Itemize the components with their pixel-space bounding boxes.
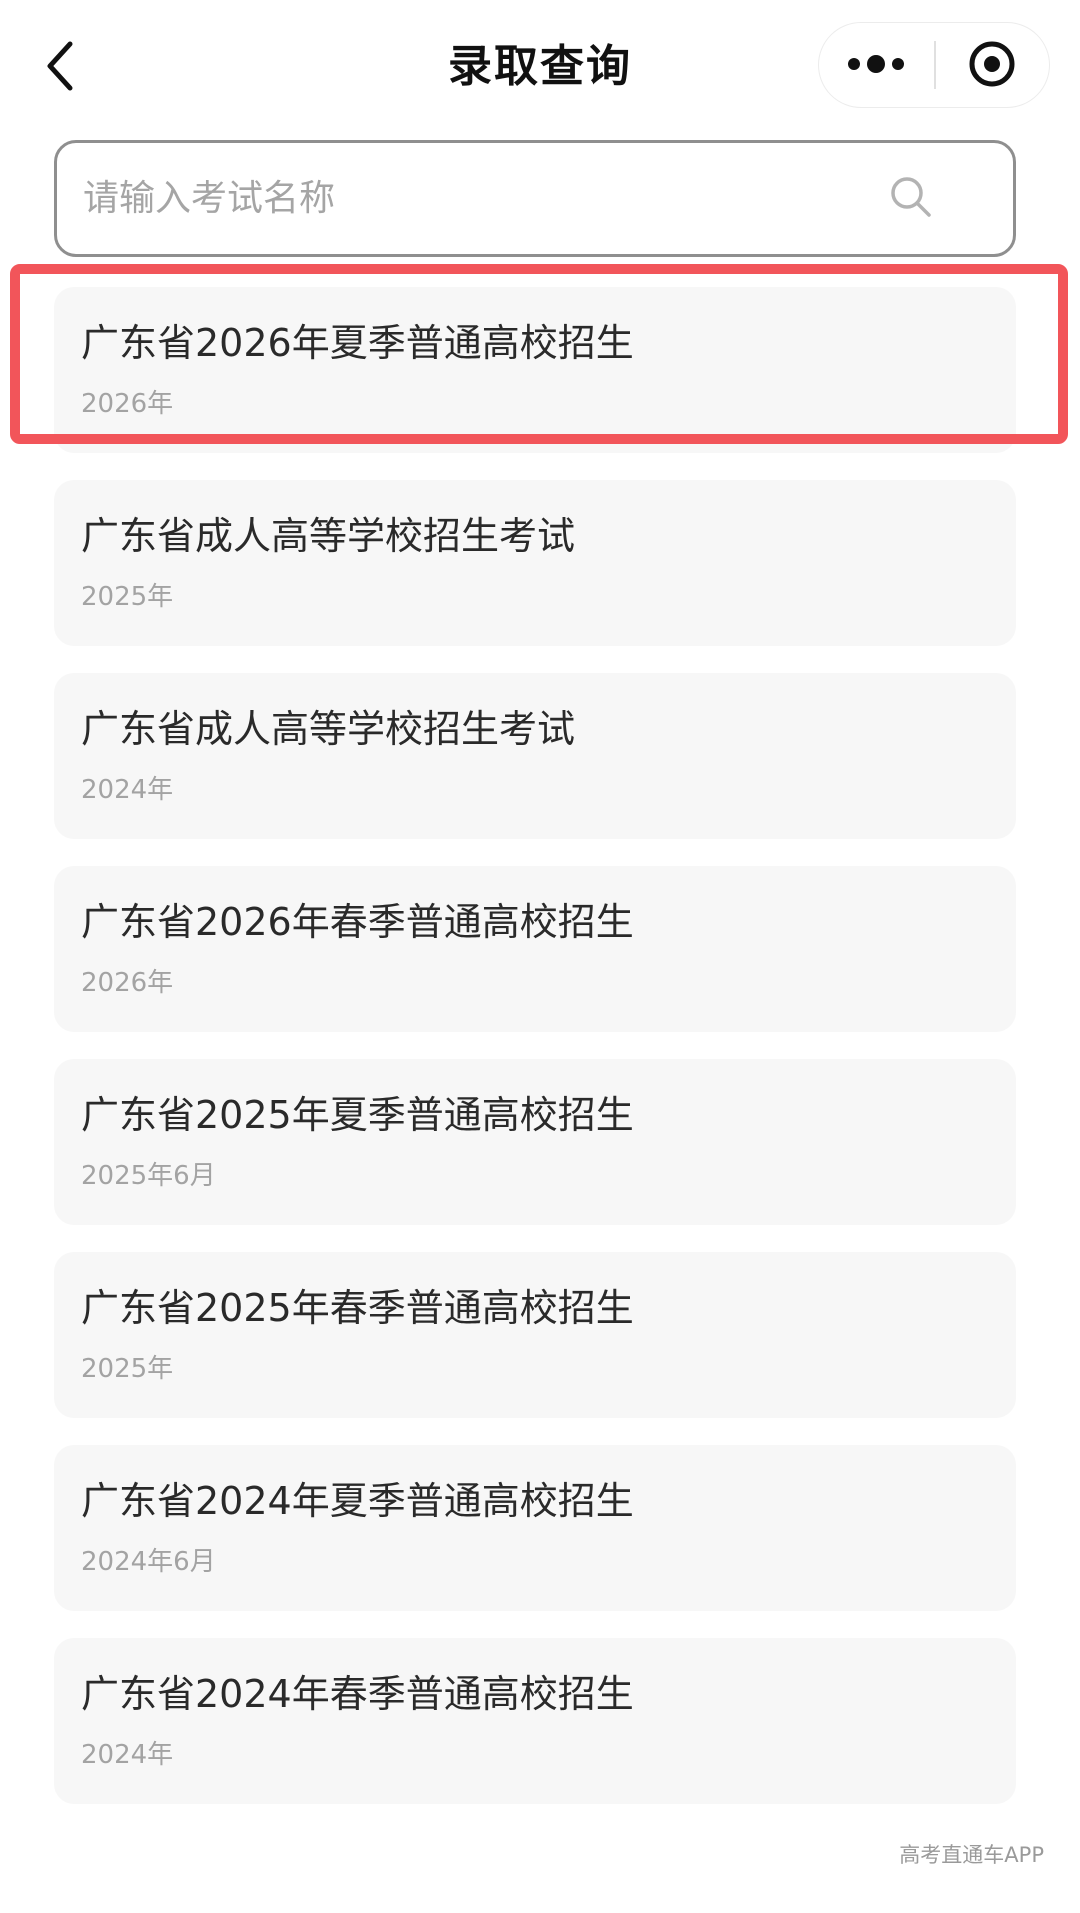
target-close-icon [969, 41, 1015, 87]
exam-list-item[interactable]: 广东省2026年夏季普通高校招生 2026年 [54, 287, 1016, 453]
exam-title: 广东省2024年夏季普通高校招生 [81, 1479, 634, 1523]
watermark-text: 高考直通车APP [899, 1843, 1044, 1867]
exam-list-item[interactable]: 广东省成人高等学校招生考试 2024年 [54, 673, 1016, 839]
exam-list-item[interactable]: 广东省2025年夏季普通高校招生 2025年6月 [54, 1059, 1016, 1225]
search-icon[interactable] [887, 173, 935, 221]
exam-date: 2025年6月 [81, 1161, 216, 1191]
exam-date: 2025年 [81, 1354, 174, 1384]
exam-date: 2024年 [81, 1740, 174, 1770]
exam-date: 2024年6月 [81, 1547, 216, 1577]
navigation-bar: 录取查询 [0, 0, 1080, 130]
exam-list-item[interactable]: 广东省2025年春季普通高校招生 2025年 [54, 1252, 1016, 1418]
more-dots-icon [848, 55, 904, 73]
mini-program-capsule [818, 22, 1050, 108]
close-button[interactable] [936, 23, 1049, 106]
exam-date: 2026年 [81, 389, 174, 419]
exam-list-item[interactable]: 广东省2026年春季普通高校招生 2026年 [54, 866, 1016, 1032]
exam-title: 广东省2024年春季普通高校招生 [81, 1672, 634, 1716]
exam-title: 广东省成人高等学校招生考试 [81, 707, 576, 751]
search-input[interactable] [83, 143, 903, 254]
exam-title: 广东省2025年春季普通高校招生 [81, 1286, 634, 1330]
exam-title: 广东省成人高等学校招生考试 [81, 514, 576, 558]
exam-title: 广东省2026年夏季普通高校招生 [81, 321, 634, 365]
exam-list-item[interactable]: 广东省2024年夏季普通高校招生 2024年6月 [54, 1445, 1016, 1611]
search-box [54, 140, 1016, 257]
more-button[interactable] [819, 23, 934, 106]
exam-date: 2024年 [81, 775, 174, 805]
exam-list-item[interactable]: 广东省2024年春季普通高校招生 2024年 [54, 1638, 1016, 1804]
exam-date: 2026年 [81, 968, 174, 998]
exam-title: 广东省2025年夏季普通高校招生 [81, 1093, 634, 1137]
exam-title: 广东省2026年春季普通高校招生 [81, 900, 634, 944]
exam-date: 2025年 [81, 582, 174, 612]
exam-list-item[interactable]: 广东省成人高等学校招生考试 2025年 [54, 480, 1016, 646]
